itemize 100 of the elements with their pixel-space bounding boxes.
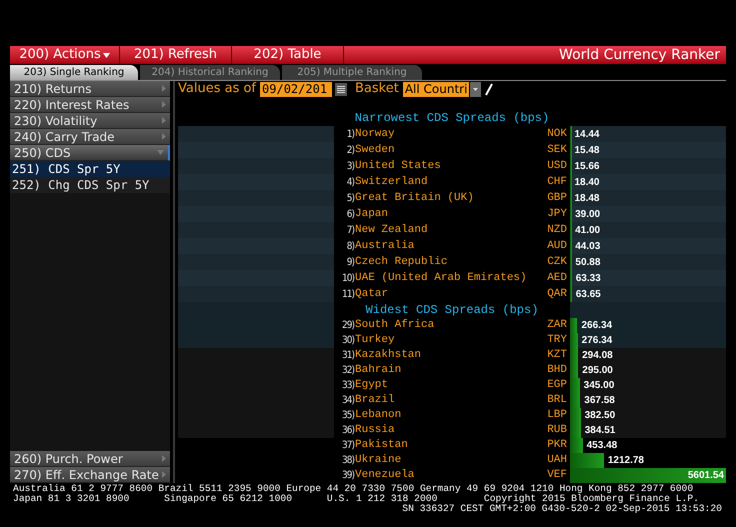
menu-item[interactable]: 260) Purch. Power xyxy=(10,451,170,467)
calendar-icon[interactable] xyxy=(335,82,348,96)
value-label: 345.00 xyxy=(584,379,614,393)
country-name: Pakistan xyxy=(355,438,408,454)
tab[interactable]: 204) Historical Ranking xyxy=(140,65,280,80)
value-label: 63.33 xyxy=(576,272,601,286)
value-label: 18.40 xyxy=(574,176,600,190)
section-title: Narrowest CDS Spreads (bps) xyxy=(354,110,550,127)
rank-number: 38) xyxy=(341,454,354,468)
menu-item-label: 230) Volatility xyxy=(14,112,98,130)
rank-number: 3) xyxy=(346,160,354,174)
basket-label: Basket xyxy=(355,80,399,98)
country-name: Great Britain (UK) xyxy=(355,190,474,206)
country-name: Kazakhstan xyxy=(355,348,422,364)
currency-code: KZT xyxy=(547,348,568,364)
caret-right-icon xyxy=(162,101,166,108)
toolbar-button[interactable]: 200) Actions xyxy=(10,46,120,64)
value-label: 367.58 xyxy=(584,394,615,408)
rank-number: 37) xyxy=(341,439,354,453)
country-name: Egypt xyxy=(355,378,388,394)
currency-code: SEK xyxy=(547,142,568,158)
currency-code: GBP xyxy=(547,190,568,206)
value-label: 276.34 xyxy=(582,334,612,348)
footer-text: SN 336327 CEST GMT+2:00 G430-520-2 02-Sep-2015 13:53:20 xyxy=(402,504,723,514)
caret-right-icon xyxy=(162,117,166,124)
currency-code: NZD xyxy=(547,222,568,238)
currency-code: PKR xyxy=(547,438,568,454)
country-name: Sweden xyxy=(355,142,395,158)
date-label: Values as of xyxy=(178,80,256,98)
country-name: UAE (United Arab Emirates) xyxy=(355,270,527,286)
value-label: 5601.54 xyxy=(688,469,725,483)
menu-subitem[interactable]: 252) Chg CDS Spr 5Y xyxy=(10,177,170,193)
currency-code: UAH xyxy=(547,453,568,468)
country-name: New Zealand xyxy=(355,222,428,238)
value-label: 18.48 xyxy=(574,192,600,206)
menu-item[interactable]: 220) Interest Rates xyxy=(10,97,170,113)
caret-right-icon xyxy=(162,133,166,140)
basket-dropdown[interactable]: All Countri xyxy=(402,82,469,96)
currency-code: NOK xyxy=(547,126,568,142)
country-name: Venezuela xyxy=(355,468,414,484)
date-field[interactable]: 09/02/201 xyxy=(260,82,332,96)
value-label: 15.66 xyxy=(574,160,600,174)
menu-item[interactable]: 230) Volatility xyxy=(10,113,170,129)
menu-subitem[interactable]: 251) CDS Spr 5Y xyxy=(10,161,170,177)
currency-code: CHF xyxy=(547,174,568,190)
value-label: 15.48 xyxy=(574,144,600,158)
rank-number: 36) xyxy=(341,424,354,438)
rank-number: 10) xyxy=(341,272,354,286)
country-name: Turkey xyxy=(355,333,395,348)
window-title: World Currency Ranker xyxy=(559,46,721,64)
currency-code: AED xyxy=(547,270,568,286)
rank-number: 35) xyxy=(341,409,354,423)
value-label: 295.00 xyxy=(582,364,613,378)
value-label: 453.48 xyxy=(586,439,618,453)
country-name: Brazil xyxy=(355,393,395,408)
menu-item-label: 220) Interest Rates xyxy=(14,96,130,114)
country-name: Russia xyxy=(355,423,395,438)
currency-code: VEF xyxy=(547,468,568,484)
toolbar-button[interactable]: 201) Refresh xyxy=(120,46,232,64)
caret-down-icon[interactable] xyxy=(470,82,481,96)
country-name: United States xyxy=(355,158,441,174)
value-label: 39.00 xyxy=(575,208,600,222)
tab[interactable]: 203) Single Ranking xyxy=(10,65,138,80)
toolbar-button[interactable]: 202) Table xyxy=(232,46,344,64)
rank-number: 33) xyxy=(341,379,354,393)
country-name: Ukraine xyxy=(355,453,402,468)
value-label: 63.65 xyxy=(576,288,601,302)
menu-item-label: 260) Purch. Power xyxy=(14,450,123,468)
rank-number: 6) xyxy=(346,208,354,222)
rank-number: 39) xyxy=(341,469,354,483)
country-name: Czech Republic xyxy=(355,254,448,270)
pencil-icon[interactable] xyxy=(484,82,493,96)
rank-number: 5) xyxy=(346,192,354,206)
menu-item[interactable]: 250) CDS xyxy=(10,145,170,161)
currency-code: QAR xyxy=(547,286,568,302)
currency-code: EGP xyxy=(547,378,568,394)
country-name: South Africa xyxy=(355,318,434,334)
tab[interactable]: 205) Multiple Ranking xyxy=(282,65,422,80)
caret-right-icon xyxy=(162,85,166,92)
country-name: Qatar xyxy=(355,286,388,302)
rank-number: 8) xyxy=(346,240,354,254)
rank-number: 2) xyxy=(346,144,354,158)
rank-number: 34) xyxy=(341,394,354,408)
rank-number: 32) xyxy=(341,364,354,378)
currency-code: CZK xyxy=(547,254,568,270)
menu-item[interactable]: 210) Returns xyxy=(10,81,170,97)
value-label: 266.34 xyxy=(581,319,612,333)
caret-down-icon xyxy=(102,52,110,58)
footer-text: Australia 61 2 9777 8600 Brazil 5511 2395 9000 Europe 44 20 7330 7500 Germany 49 69 9204 1210 Hong Kong 852 2977 6000 xyxy=(13,484,694,494)
rank-number: 30) xyxy=(341,334,354,348)
rank-number: 7) xyxy=(346,224,354,238)
rank-number: 11) xyxy=(341,288,354,302)
currency-code: RUB xyxy=(547,423,568,438)
value-label: 294.08 xyxy=(582,349,613,363)
menu-item[interactable]: 240) Carry Trade xyxy=(10,129,170,145)
value-label: 382.50 xyxy=(584,409,616,423)
country-name: Bahrain xyxy=(355,363,402,378)
value-label: 41.00 xyxy=(575,224,600,238)
currency-code: USD xyxy=(547,158,568,174)
currency-code: BHD xyxy=(547,363,568,378)
